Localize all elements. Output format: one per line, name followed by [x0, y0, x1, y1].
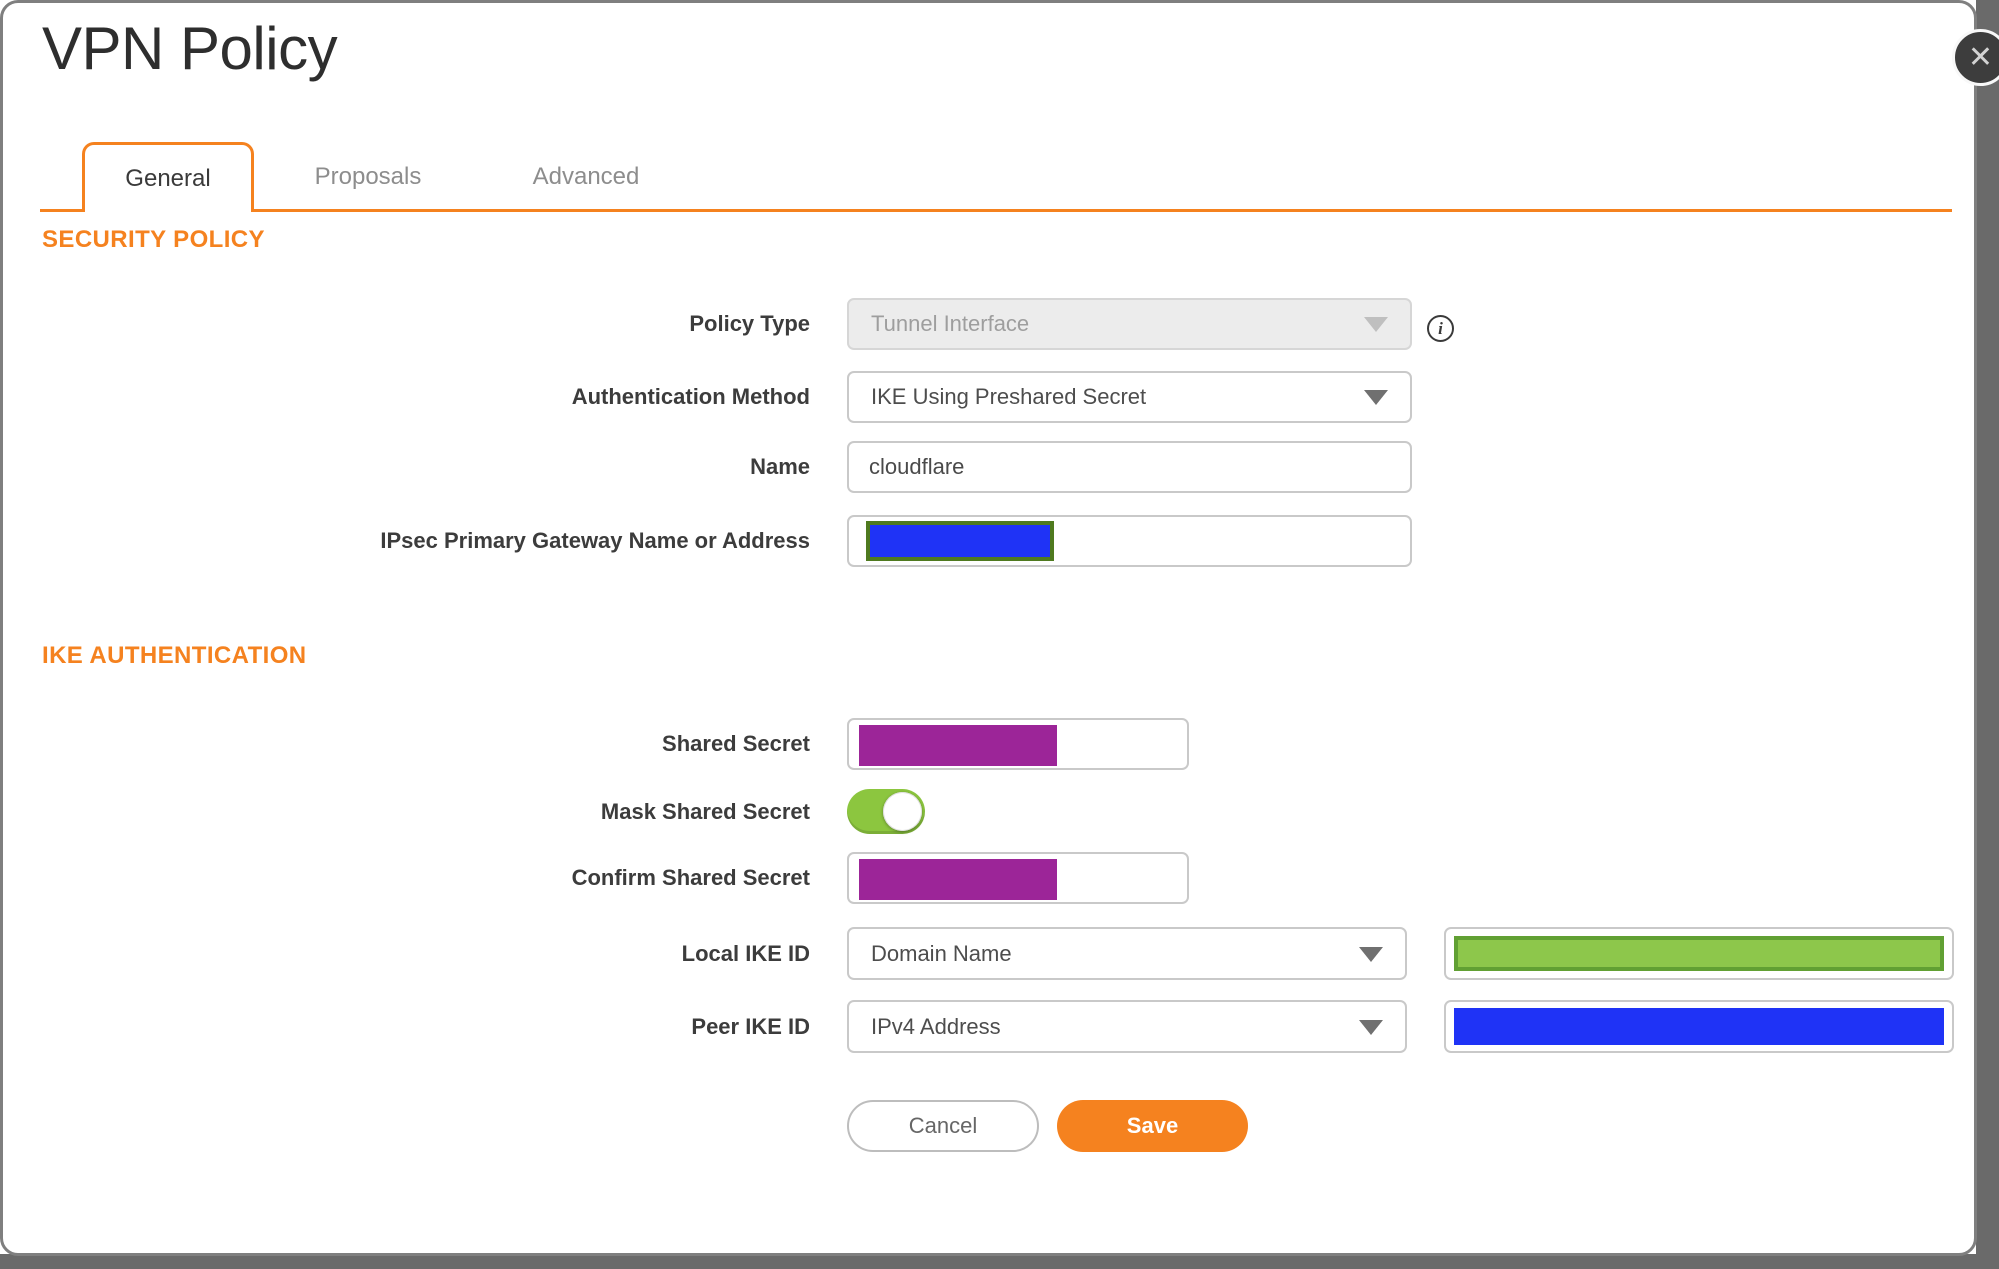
- mask-shared-secret-toggle[interactable]: [847, 789, 925, 834]
- cancel-button[interactable]: Cancel: [847, 1100, 1039, 1152]
- vpn-policy-screen: ✕ VPN Policy General Proposals Advanced …: [0, 0, 1999, 1269]
- local-ike-id-type-select[interactable]: Domain Name: [847, 927, 1407, 980]
- save-button[interactable]: Save: [1057, 1100, 1248, 1152]
- section-heading-ike-authentication: IKE AUTHENTICATION: [42, 642, 307, 669]
- section-heading-security-policy: SECURITY POLICY: [42, 226, 265, 253]
- redacted-gateway-value: [866, 521, 1054, 561]
- tab-bar: General Proposals Advanced: [40, 138, 1952, 212]
- redacted-confirm-shared-secret-value: [859, 859, 1057, 900]
- authentication-method-value: IKE Using Preshared Secret: [871, 384, 1147, 409]
- peer-ike-id-value-input[interactable]: [1444, 1000, 1954, 1053]
- gateway-input[interactable]: [847, 515, 1412, 567]
- tab-general[interactable]: General: [82, 142, 254, 212]
- redacted-shared-secret-value: [859, 725, 1057, 766]
- shared-secret-label: Shared Secret: [662, 731, 810, 756]
- local-ike-id-value-input[interactable]: [1444, 927, 1954, 980]
- toggle-knob: [883, 792, 922, 831]
- mask-shared-secret-label: Mask Shared Secret: [600, 798, 810, 824]
- local-ike-id-label: Local IKE ID: [681, 940, 810, 966]
- local-ike-id-type-value: Domain Name: [871, 940, 1012, 966]
- authentication-method-label: Authentication Method: [571, 384, 810, 409]
- name-label: Name: [750, 454, 810, 479]
- confirm-shared-secret-label: Confirm Shared Secret: [571, 865, 810, 890]
- info-icon[interactable]: i: [1427, 315, 1454, 342]
- peer-ike-id-type-value: IPv4 Address: [871, 1013, 1001, 1039]
- gateway-label: IPsec Primary Gateway Name or Address: [380, 528, 810, 553]
- dropdown-arrow-icon: [1359, 1019, 1383, 1035]
- dropdown-arrow-icon: [1364, 390, 1388, 405]
- confirm-shared-secret-input[interactable]: [847, 852, 1189, 904]
- policy-type-select: Tunnel Interface: [847, 298, 1412, 350]
- peer-ike-id-type-select[interactable]: IPv4 Address: [847, 1000, 1407, 1053]
- dropdown-arrow-icon: [1364, 317, 1388, 332]
- policy-type-label: Policy Type: [689, 311, 810, 336]
- dropdown-arrow-icon: [1359, 946, 1383, 962]
- redacted-peer-ike-id-value: [1454, 1008, 1944, 1045]
- dialog-title: VPN Policy: [42, 15, 338, 82]
- authentication-method-select[interactable]: IKE Using Preshared Secret: [847, 371, 1412, 423]
- policy-type-value: Tunnel Interface: [871, 311, 1030, 336]
- redacted-local-ike-id-value: [1454, 936, 1944, 971]
- shared-secret-input[interactable]: [847, 718, 1189, 770]
- name-input[interactable]: [847, 441, 1412, 493]
- tab-proposals[interactable]: Proposals: [288, 142, 448, 212]
- close-icon: ✕: [1967, 40, 1994, 74]
- tab-advanced[interactable]: Advanced: [506, 142, 666, 212]
- peer-ike-id-label: Peer IKE ID: [691, 1013, 810, 1039]
